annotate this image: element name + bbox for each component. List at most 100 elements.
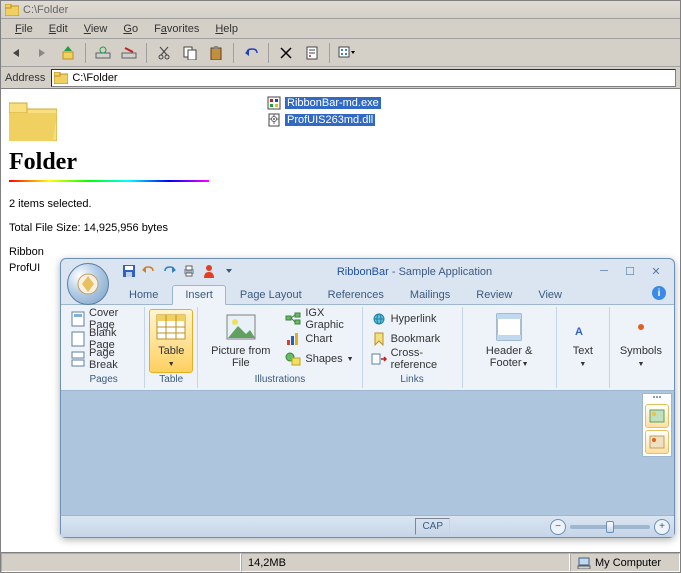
text-icon: A <box>567 311 599 343</box>
ribbon-tabs: Home Insert Page Layout References Maili… <box>61 283 674 305</box>
menu-view[interactable]: View <box>76 21 116 37</box>
tab-home[interactable]: Home <box>117 286 170 304</box>
up-button[interactable] <box>57 42 79 64</box>
help-button[interactable]: i <box>652 286 666 300</box>
paste-button[interactable] <box>205 42 227 64</box>
redo-icon[interactable] <box>161 263 177 279</box>
user-icon[interactable] <box>201 263 217 279</box>
table-button[interactable]: Table▼ <box>149 309 193 373</box>
group-symbols: Symbols▼ <box>610 307 672 388</box>
picture-button[interactable]: Picture from File <box>202 309 279 373</box>
table-icon <box>155 311 187 343</box>
page-break-button[interactable]: Page Break <box>67 349 140 369</box>
status-size: 14,2MB <box>241 553 570 572</box>
quick-access-toolbar <box>121 263 237 279</box>
separator <box>146 43 147 63</box>
minimize-button[interactable]: ─ <box>592 263 616 279</box>
zoom-slider[interactable] <box>570 525 650 529</box>
bookmark-icon <box>371 331 387 347</box>
toolbar <box>1 39 680 67</box>
menu-favorites[interactable]: Favorites <box>146 21 207 37</box>
igx-graphic-button[interactable]: IGX Graphic <box>281 309 357 329</box>
folder-icon <box>5 4 19 16</box>
map-drive-button[interactable] <box>92 42 114 64</box>
cap-indicator: CAP <box>415 518 450 535</box>
page-icon <box>71 311 85 327</box>
selection-text: 2 items selected. <box>9 198 253 210</box>
tab-mailings[interactable]: Mailings <box>398 286 462 304</box>
disconnect-button[interactable] <box>118 42 140 64</box>
bookmark-button[interactable]: Bookmark <box>367 329 458 349</box>
address-field[interactable]: C:\Folder <box>51 69 676 87</box>
separator <box>268 43 269 63</box>
chart-button[interactable]: Chart <box>281 329 357 349</box>
gallery-item[interactable] <box>645 430 669 454</box>
file-item[interactable]: RibbonBar-md.exe <box>267 95 381 111</box>
file-item[interactable]: ProfUIS263md.dll <box>267 112 381 128</box>
divider <box>9 180 209 182</box>
blank-page-button[interactable]: Blank Page <box>67 329 140 349</box>
ribbon-titlebar[interactable]: RibbonBar - Sample Application ─ ☐ ✕ <box>61 259 674 283</box>
chart-icon <box>285 331 301 347</box>
qat-dropdown[interactable] <box>221 263 237 279</box>
cutoff-text-1: Ribbon <box>9 246 253 258</box>
group-header-footer: Header & Footer▼ <box>463 307 557 388</box>
forward-button[interactable] <box>31 42 53 64</box>
symbols-button[interactable]: Symbols▼ <box>614 309 668 384</box>
ribbon-statusbar: CAP − + <box>61 515 674 537</box>
undo-icon[interactable] <box>141 263 157 279</box>
menu-help[interactable]: Help <box>207 21 246 37</box>
status-location: My Computer <box>570 553 680 572</box>
cut-button[interactable] <box>153 42 175 64</box>
save-icon[interactable] <box>121 263 137 279</box>
zoom-control: − + <box>550 519 670 535</box>
copy-button[interactable] <box>179 42 201 64</box>
print-icon[interactable] <box>181 263 197 279</box>
tab-page-layout[interactable]: Page Layout <box>228 286 314 304</box>
group-illustrations: Picture from File IGX Graphic Chart Shap… <box>198 307 362 388</box>
xref-icon <box>371 351 387 367</box>
igx-icon <box>285 311 301 327</box>
zoom-out-button[interactable]: − <box>550 519 566 535</box>
back-button[interactable] <box>5 42 27 64</box>
statusbar: 14,2MB My Computer <box>1 552 680 572</box>
separator <box>85 43 86 63</box>
exe-icon <box>267 96 281 110</box>
tab-review[interactable]: Review <box>464 286 524 304</box>
maximize-button[interactable]: ☐ <box>618 263 642 279</box>
menu-file[interactable]: File <box>7 21 41 37</box>
undo-button[interactable] <box>240 42 262 64</box>
properties-button[interactable] <box>301 42 323 64</box>
window-title: C:\Folder <box>23 4 68 16</box>
zoom-in-button[interactable]: + <box>654 519 670 535</box>
blank-page-icon <box>71 331 85 347</box>
dll-icon <box>267 113 281 127</box>
menu-go[interactable]: Go <box>115 21 146 37</box>
text-button[interactable]: A Text▼ <box>561 309 605 384</box>
zoom-thumb[interactable] <box>606 521 614 533</box>
cross-reference-button[interactable]: Cross-reference <box>367 349 458 369</box>
tab-insert[interactable]: Insert <box>172 285 226 305</box>
tab-references[interactable]: References <box>316 286 396 304</box>
address-label: Address <box>5 72 45 84</box>
header-footer-button[interactable]: Header & Footer▼ <box>467 309 552 384</box>
group-pages: Cover Page Blank Page Page Break Pages <box>63 307 145 388</box>
gallery-item[interactable] <box>645 404 669 428</box>
ribbon-client-area <box>61 391 674 515</box>
views-button[interactable] <box>336 42 358 64</box>
cover-page-button[interactable]: Cover Page <box>67 309 140 329</box>
status-panel <box>1 553 241 572</box>
menu-edit[interactable]: Edit <box>41 21 76 37</box>
group-table: Table▼ Table <box>145 307 198 388</box>
office-button[interactable] <box>67 263 109 305</box>
shapes-button[interactable]: Shapes ▼ <box>281 349 357 369</box>
ribbon-window: RibbonBar - Sample Application ─ ☐ ✕ Hom… <box>60 258 675 538</box>
titlebar[interactable]: C:\Folder <box>1 1 680 19</box>
hyperlink-button[interactable]: Hyperlink <box>367 309 458 329</box>
delete-button[interactable] <box>275 42 297 64</box>
folder-title: Folder <box>9 149 253 176</box>
size-text: Total File Size: 14,925,956 bytes <box>9 222 253 234</box>
close-button[interactable]: ✕ <box>644 263 668 279</box>
ribbon-title: RibbonBar - Sample Application <box>237 264 592 278</box>
tab-view[interactable]: View <box>526 286 574 304</box>
